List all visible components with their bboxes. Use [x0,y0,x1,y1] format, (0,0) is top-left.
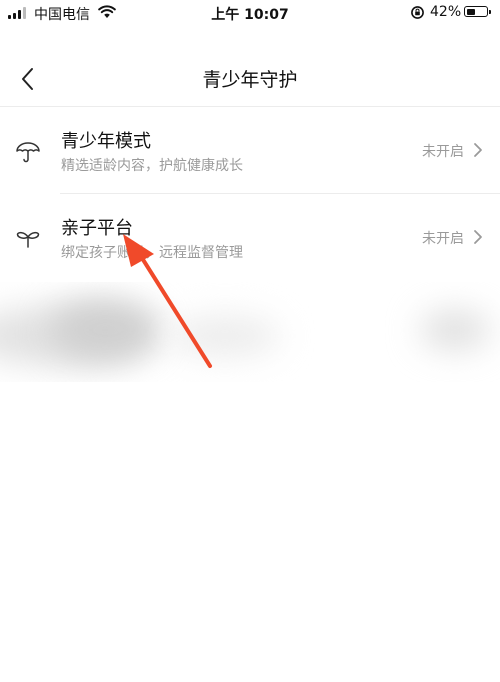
battery-icon [464,6,491,17]
status-label: 未开启 [422,231,464,247]
list-item-title: 亲子平台 [61,218,133,239]
list-item-subtitle: 精选适龄内容，护航健康成长 [61,158,243,174]
chevron-right-icon [474,143,482,157]
sprout-icon [16,231,40,248]
list-item-parent-platform[interactable]: 亲子平台 绑定孩子账号，远程监督管理 未开启 [0,194,500,281]
status-bar: 中国电信 上午 10:07 42% [0,0,500,26]
list-item-subtitle: 绑定孩子账号，远程监督管理 [61,245,243,261]
page-title: 青少年守护 [202,69,298,91]
clock: 上午 10:07 [211,7,289,23]
umbrella-icon [16,142,40,163]
status-label: 未开启 [422,144,464,160]
screen: 中国电信 上午 10:07 42% 青少年守护 青少年模式 精选适龄内容，护航健… [0,0,500,682]
rotation-lock-icon [411,6,424,19]
battery-level-fill [466,8,475,15]
nav-bar: 青少年守护 [0,52,500,107]
blurred-region [0,282,500,382]
list-item-title: 青少年模式 [61,131,151,152]
chevron-right-icon [474,230,482,244]
settings-list: 青少年模式 精选适龄内容，护航健康成长 未开启 亲子平台 绑定孩子账号，远程监督… [0,107,500,281]
list-item-teen-mode[interactable]: 青少年模式 精选适龄内容，护航健康成长 未开启 [0,107,500,194]
battery-percent: 42% [430,4,462,20]
